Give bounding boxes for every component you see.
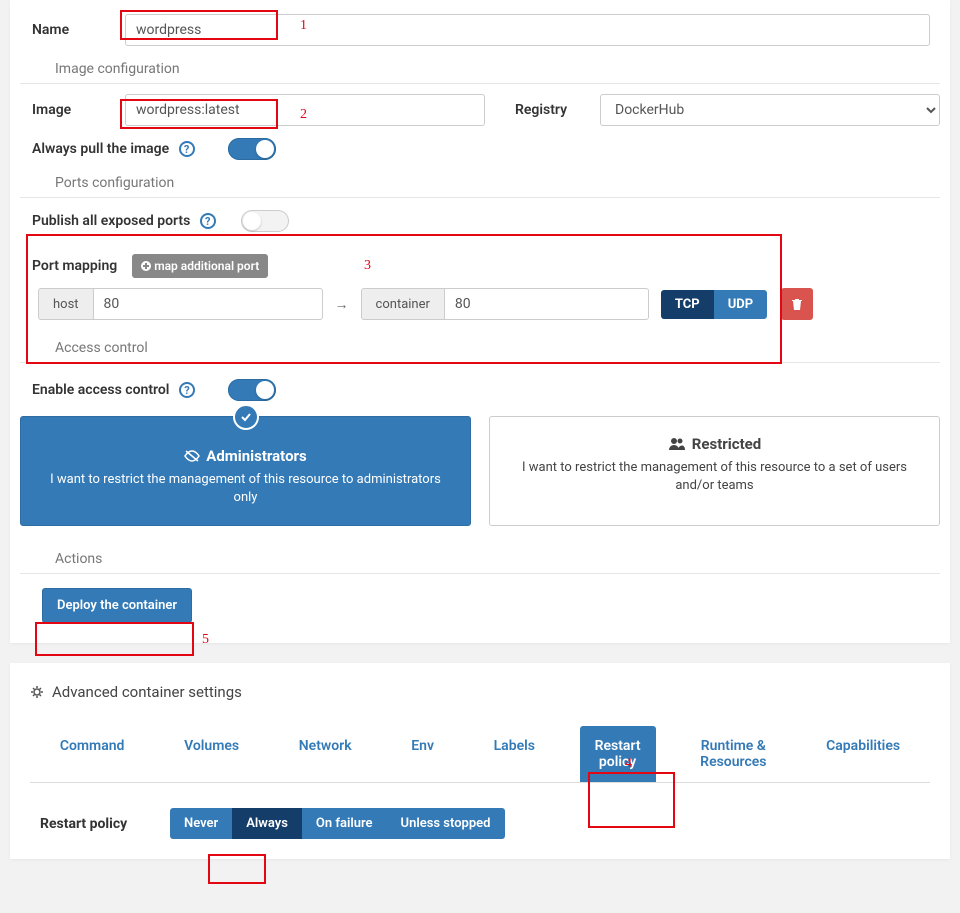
- protocol-toggle[interactable]: TCP UDP: [661, 290, 767, 319]
- access-card-administrators[interactable]: Administrators I want to restrict the ma…: [20, 416, 471, 526]
- image-input[interactable]: [125, 94, 485, 126]
- name-label: Name: [20, 22, 125, 38]
- image-label: Image: [20, 102, 125, 118]
- enable-access-toggle[interactable]: [228, 379, 276, 401]
- section-image-config: Image configuration: [55, 61, 940, 77]
- restart-never[interactable]: Never: [170, 808, 232, 839]
- restart-policy-label: Restart policy: [40, 816, 170, 832]
- section-access-control: Access control: [55, 340, 940, 356]
- section-ports-config: Ports configuration: [55, 175, 940, 191]
- publish-all-toggle[interactable]: [241, 210, 289, 232]
- tab-volumes[interactable]: Volumes: [169, 726, 254, 782]
- deploy-button[interactable]: Deploy the container: [42, 588, 192, 623]
- tcp-option[interactable]: TCP: [661, 290, 714, 319]
- container-port-input[interactable]: [444, 288, 649, 320]
- restricted-title: Restricted: [692, 435, 761, 453]
- tab-runtime-resources[interactable]: Runtime & Resources: [685, 726, 781, 782]
- section-actions: Actions: [55, 551, 940, 567]
- help-icon[interactable]: ?: [179, 382, 195, 398]
- tab-capabilities[interactable]: Capabilities: [811, 726, 915, 782]
- help-icon[interactable]: ?: [200, 213, 216, 229]
- registry-select[interactable]: DockerHub: [600, 94, 940, 126]
- publish-all-label: Publish all exposed ports: [20, 213, 190, 229]
- always-pull-toggle[interactable]: [228, 138, 276, 160]
- udp-option[interactable]: UDP: [714, 290, 767, 319]
- enable-access-label: Enable access control: [20, 382, 169, 398]
- tab-env[interactable]: Env: [396, 726, 449, 782]
- always-pull-label: Always pull the image: [20, 141, 169, 157]
- host-port-input[interactable]: [93, 288, 323, 320]
- tab-network[interactable]: Network: [284, 726, 367, 782]
- arrow-right-icon: →: [335, 296, 349, 313]
- users-icon: [668, 437, 686, 451]
- host-addon: host: [38, 288, 93, 320]
- admin-title: Administrators: [206, 447, 306, 465]
- registry-label: Registry: [515, 102, 600, 118]
- name-input[interactable]: [125, 14, 930, 46]
- port-mapping-label: Port mapping: [20, 258, 117, 274]
- delete-port-button[interactable]: [781, 288, 813, 320]
- map-port-label: map additional port: [154, 259, 259, 273]
- map-additional-port-button[interactable]: map additional port: [132, 254, 268, 278]
- restart-unless-stopped[interactable]: Unless stopped: [387, 808, 505, 839]
- restart-always[interactable]: Always: [232, 808, 302, 839]
- restart-on-failure[interactable]: On failure: [302, 808, 387, 839]
- admin-desc: I want to restrict the management of thi…: [41, 471, 450, 507]
- container-addon: container: [361, 288, 444, 320]
- access-card-restricted[interactable]: Restricted I want to restrict the manage…: [489, 416, 940, 526]
- gear-icon: [30, 685, 44, 699]
- tab-labels[interactable]: Labels: [479, 726, 550, 782]
- tab-restart-policy[interactable]: Restart policy: [580, 726, 656, 782]
- restricted-desc: I want to restrict the management of thi…: [510, 459, 919, 495]
- tab-command[interactable]: Command: [45, 726, 140, 782]
- check-icon: [233, 404, 259, 430]
- advanced-settings-title: Advanced container settings: [52, 683, 242, 701]
- eye-slash-icon: [184, 449, 200, 463]
- help-icon[interactable]: ?: [179, 141, 195, 157]
